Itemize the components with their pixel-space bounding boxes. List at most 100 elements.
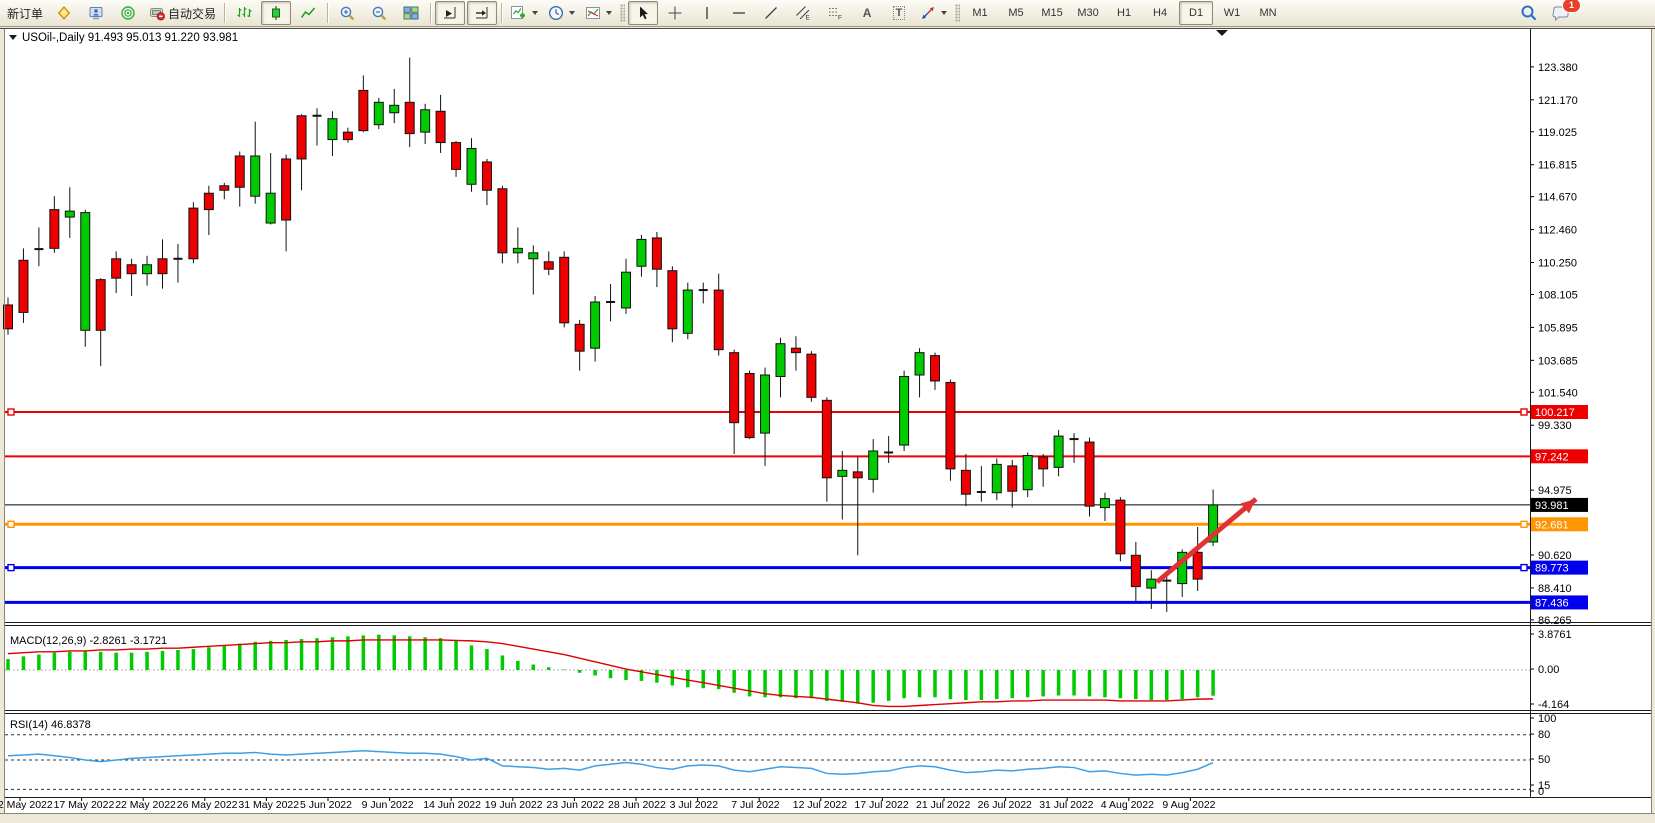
timeframe-group: M1M5M15M30H1H4D1W1MN bbox=[962, 0, 1286, 27]
candlestick-chart-button[interactable] bbox=[261, 1, 291, 25]
macd-histogram-bar bbox=[1057, 670, 1061, 695]
zoom-in-button[interactable] bbox=[332, 1, 362, 25]
chat-button[interactable]: 1 bbox=[1546, 1, 1576, 25]
macd-histogram-bar bbox=[37, 655, 41, 670]
bar-chart-button[interactable] bbox=[229, 1, 259, 25]
search-button[interactable] bbox=[1514, 1, 1544, 25]
new-order-button[interactable]: 新订单 bbox=[3, 1, 47, 25]
new-chart-button[interactable] bbox=[506, 1, 542, 25]
timeframe-h4[interactable]: H4 bbox=[1143, 1, 1177, 25]
chart-canvas[interactable]: 123.380121.170119.025116.815114.670112.4… bbox=[0, 28, 1655, 823]
hline-handle[interactable] bbox=[1521, 565, 1527, 571]
macd-label: MACD(12,26,9) -2.8261 -3.1721 bbox=[10, 635, 167, 647]
macd-histogram-bar bbox=[980, 670, 984, 700]
tile-windows-button[interactable] bbox=[396, 1, 426, 25]
macd-histogram-bar bbox=[1196, 670, 1200, 697]
macd-histogram-bar bbox=[655, 670, 659, 683]
macd-histogram-bar bbox=[192, 649, 196, 670]
macd-histogram-bar bbox=[161, 651, 165, 670]
timeframe-m5[interactable]: M5 bbox=[999, 1, 1033, 25]
macd-histogram-bar bbox=[748, 670, 752, 696]
price-tick-label: 121.170 bbox=[1538, 95, 1578, 107]
gold-ingot-button[interactable] bbox=[49, 1, 79, 25]
timeframe-m15[interactable]: M15 bbox=[1035, 1, 1069, 25]
timeframe-w1[interactable]: W1 bbox=[1215, 1, 1249, 25]
macd-histogram-bar bbox=[207, 647, 211, 670]
macd-histogram-bar bbox=[238, 644, 242, 670]
macd-histogram-bar bbox=[624, 670, 628, 680]
fibonacci-tool-button[interactable]: F bbox=[820, 1, 850, 25]
hline-handle[interactable] bbox=[1521, 409, 1527, 415]
trendline-tool-button[interactable] bbox=[756, 1, 786, 25]
timeframe-d1[interactable]: D1 bbox=[1179, 1, 1213, 25]
autotrading-label: 自动交易 bbox=[168, 5, 216, 22]
date-label: 3 Jul 2022 bbox=[670, 799, 719, 811]
price-tick-label: 123.380 bbox=[1538, 62, 1578, 74]
macd-histogram-bar bbox=[1103, 670, 1107, 697]
separator bbox=[327, 3, 328, 23]
right-tools-group: 1 bbox=[1513, 1, 1577, 25]
toolbar-grip[interactable] bbox=[955, 4, 960, 22]
macd-histogram-bar bbox=[825, 670, 829, 701]
price-tick-label: 108.105 bbox=[1538, 289, 1578, 301]
hline-handle[interactable] bbox=[1521, 521, 1527, 527]
date-label: 23 Jun 2022 bbox=[546, 799, 604, 811]
macd-histogram-bar bbox=[223, 645, 227, 670]
macd-histogram-bar bbox=[918, 670, 922, 697]
indicators-button[interactable] bbox=[581, 1, 616, 25]
candlestick-chart-icon bbox=[268, 5, 284, 21]
text-label-tool-icon: T bbox=[893, 6, 906, 20]
vertical-line-icon bbox=[699, 5, 715, 21]
autotrading-button[interactable]: 自动交易 bbox=[145, 1, 220, 25]
macd-histogram-bar bbox=[485, 649, 489, 670]
timeframe-h1[interactable]: H1 bbox=[1107, 1, 1141, 25]
macd-histogram-bar bbox=[22, 656, 26, 670]
macd-histogram-bar bbox=[331, 637, 335, 670]
news-radar-button[interactable] bbox=[113, 1, 143, 25]
vertical-line-tool-button[interactable] bbox=[692, 1, 722, 25]
candlestick bbox=[683, 283, 692, 340]
macd-histogram-bar bbox=[887, 670, 891, 701]
date-label: 4 Aug 2022 bbox=[1101, 799, 1154, 811]
arrows-icon bbox=[920, 5, 936, 21]
macd-histogram-bar bbox=[68, 652, 72, 670]
toolbar-grip[interactable] bbox=[620, 4, 625, 22]
zoom-out-button[interactable] bbox=[364, 1, 394, 25]
new-chart-icon bbox=[510, 5, 527, 21]
hline-handle[interactable] bbox=[8, 521, 14, 527]
arrows-tool-button[interactable] bbox=[916, 1, 951, 25]
auto-scroll-button[interactable] bbox=[435, 1, 465, 25]
date-label: 28 Jun 2022 bbox=[608, 799, 666, 811]
hline-handle[interactable] bbox=[8, 409, 14, 415]
channel-tool-button[interactable]: E bbox=[788, 1, 818, 25]
macd-histogram-bar bbox=[1119, 670, 1123, 698]
timeframe-m30[interactable]: M30 bbox=[1071, 1, 1105, 25]
radar-icon bbox=[120, 5, 136, 21]
svg-text:E: E bbox=[806, 15, 811, 22]
text-tool-button[interactable]: A bbox=[852, 1, 882, 25]
text-label-tool-button[interactable]: T bbox=[884, 1, 914, 25]
price-tick-label: 114.670 bbox=[1538, 192, 1577, 204]
search-icon bbox=[1520, 4, 1538, 22]
macd-histogram-bar bbox=[408, 636, 412, 670]
horizontal-line-tool-button[interactable] bbox=[724, 1, 754, 25]
chart-shift-button[interactable] bbox=[467, 1, 497, 25]
macd-histogram-bar bbox=[1134, 670, 1138, 699]
period-button[interactable] bbox=[544, 1, 579, 25]
text-tool-icon: A bbox=[863, 6, 872, 20]
indicators-icon bbox=[585, 5, 601, 21]
profile-button[interactable] bbox=[81, 1, 111, 25]
timeframe-m1[interactable]: M1 bbox=[963, 1, 997, 25]
timeframe-mn[interactable]: MN bbox=[1251, 1, 1285, 25]
line-chart-button[interactable] bbox=[293, 1, 323, 25]
macd-histogram-bar bbox=[114, 653, 118, 670]
hline-handle[interactable] bbox=[8, 565, 14, 571]
price-tick-label: 116.815 bbox=[1538, 160, 1577, 172]
date-label: 17 May 2022 bbox=[54, 799, 115, 811]
date-label: 14 Jun 2022 bbox=[423, 799, 481, 811]
crosshair-tool-button[interactable] bbox=[660, 1, 690, 25]
price-tick-label: 112.460 bbox=[1538, 225, 1577, 237]
macd-axis-label: 0.00 bbox=[1538, 664, 1559, 676]
trade-group: 新订单 bbox=[2, 0, 221, 27]
cursor-tool-button[interactable] bbox=[628, 1, 658, 25]
